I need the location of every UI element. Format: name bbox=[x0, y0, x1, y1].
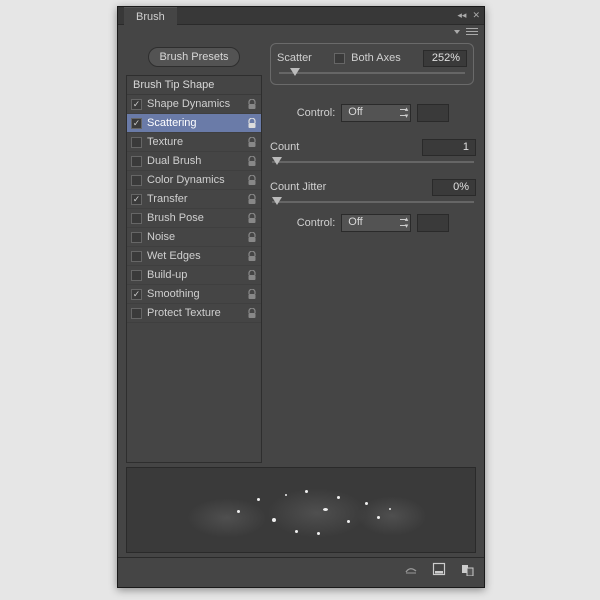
lock-icon[interactable] bbox=[245, 251, 259, 262]
option-checkbox[interactable] bbox=[131, 270, 142, 281]
lock-icon[interactable] bbox=[245, 308, 259, 319]
sidebar-option-shape-dynamics[interactable]: Shape Dynamics bbox=[127, 95, 261, 114]
sidebar-option-scattering[interactable]: Scattering bbox=[127, 114, 261, 133]
sidebar-option-build-up[interactable]: Build-up bbox=[127, 266, 261, 285]
option-checkbox[interactable] bbox=[131, 99, 142, 110]
lock-icon[interactable] bbox=[245, 99, 259, 110]
count-slider[interactable] bbox=[272, 161, 474, 163]
lock-icon[interactable] bbox=[245, 194, 259, 205]
sidebar-option-dual-brush[interactable]: Dual Brush bbox=[127, 152, 261, 171]
option-checkbox[interactable] bbox=[131, 289, 142, 300]
option-checkbox[interactable] bbox=[131, 156, 142, 167]
panel-tab-brush[interactable]: Brush bbox=[124, 7, 177, 25]
scatter-control-dropdown[interactable]: Off▴▾ bbox=[341, 104, 411, 122]
both-axes-checkbox[interactable] bbox=[334, 53, 345, 64]
option-checkbox[interactable] bbox=[131, 194, 142, 205]
brush-preview bbox=[126, 467, 476, 553]
jitter-control-swatch[interactable] bbox=[417, 214, 449, 232]
new-preset-icon[interactable] bbox=[432, 562, 446, 576]
option-label: Dual Brush bbox=[147, 155, 245, 167]
option-label: Protect Texture bbox=[147, 307, 245, 319]
jitter-control-label: Control: bbox=[297, 217, 336, 229]
count-jitter-slider[interactable] bbox=[272, 201, 474, 203]
toggle-preview-icon[interactable] bbox=[404, 562, 418, 576]
lock-icon[interactable] bbox=[245, 289, 259, 300]
option-label: Noise bbox=[147, 231, 245, 243]
sidebar-option-smoothing[interactable]: Smoothing bbox=[127, 285, 261, 304]
option-label: Scattering bbox=[147, 117, 245, 129]
sidebar-option-transfer[interactable]: Transfer bbox=[127, 190, 261, 209]
panel-titlebar: Brush ◂◂ ✕ bbox=[118, 7, 484, 25]
panel-menu-icon[interactable] bbox=[466, 28, 478, 37]
option-label: Color Dynamics bbox=[147, 174, 245, 186]
option-label: Shape Dynamics bbox=[147, 98, 245, 110]
brush-option-list: Brush Tip Shape Shape Dynamics Scattering… bbox=[126, 75, 262, 463]
scatter-group: Scatter Both Axes 252% bbox=[270, 43, 474, 85]
scatter-control-swatch[interactable] bbox=[417, 104, 449, 122]
option-checkbox[interactable] bbox=[131, 137, 142, 148]
option-label: Smoothing bbox=[147, 288, 245, 300]
scatter-slider[interactable] bbox=[279, 72, 465, 74]
scatter-label: Scatter bbox=[277, 52, 312, 64]
option-label: Build-up bbox=[147, 269, 245, 281]
count-jitter-value[interactable]: 0% bbox=[432, 179, 476, 196]
lock-icon[interactable] bbox=[245, 232, 259, 243]
count-jitter-label: Count Jitter bbox=[270, 181, 326, 193]
option-label: Texture bbox=[147, 136, 245, 148]
option-checkbox[interactable] bbox=[131, 175, 142, 186]
option-label: Wet Edges bbox=[147, 250, 245, 262]
lock-icon[interactable] bbox=[245, 118, 259, 129]
lock-icon[interactable] bbox=[245, 175, 259, 186]
option-checkbox[interactable] bbox=[131, 251, 142, 262]
lock-icon[interactable] bbox=[245, 156, 259, 167]
lock-icon[interactable] bbox=[245, 213, 259, 224]
option-checkbox[interactable] bbox=[131, 232, 142, 243]
option-label: Transfer bbox=[147, 193, 245, 205]
brush-settings-content: Scatter Both Axes 252% Control: Off▴▾ bbox=[262, 45, 476, 463]
option-checkbox[interactable] bbox=[131, 308, 142, 319]
option-checkbox[interactable] bbox=[131, 118, 142, 129]
panel-menubar bbox=[118, 25, 484, 39]
sidebar-option-color-dynamics[interactable]: Color Dynamics bbox=[127, 171, 261, 190]
dropdown-triangle-icon[interactable] bbox=[454, 30, 460, 34]
snap-icon[interactable] bbox=[460, 562, 474, 576]
scatter-value[interactable]: 252% bbox=[423, 50, 467, 67]
brush-tip-shape-header[interactable]: Brush Tip Shape bbox=[127, 76, 261, 95]
brush-sidebar: Brush Presets Brush Tip Shape Shape Dyna… bbox=[126, 45, 262, 463]
count-label: Count bbox=[270, 141, 299, 153]
jitter-control-dropdown[interactable]: Off▴▾ bbox=[341, 214, 411, 232]
sidebar-option-protect-texture[interactable]: Protect Texture bbox=[127, 304, 261, 323]
brush-presets-button[interactable]: Brush Presets bbox=[148, 47, 239, 67]
panel-footer bbox=[118, 557, 484, 579]
lock-icon[interactable] bbox=[245, 137, 259, 148]
sidebar-option-brush-pose[interactable]: Brush Pose bbox=[127, 209, 261, 228]
sidebar-option-texture[interactable]: Texture bbox=[127, 133, 261, 152]
close-icon[interactable]: ✕ bbox=[472, 10, 480, 21]
option-checkbox[interactable] bbox=[131, 213, 142, 224]
sidebar-option-noise[interactable]: Noise bbox=[127, 228, 261, 247]
scatter-control-label: Control: bbox=[297, 107, 336, 119]
sidebar-option-wet-edges[interactable]: Wet Edges bbox=[127, 247, 261, 266]
both-axes-label: Both Axes bbox=[351, 52, 401, 64]
lock-icon[interactable] bbox=[245, 270, 259, 281]
brush-panel: Brush ◂◂ ✕ Brush Presets Brush Tip Shape… bbox=[117, 6, 485, 588]
collapse-icon[interactable]: ◂◂ bbox=[457, 10, 466, 21]
count-value[interactable]: 1 bbox=[422, 139, 476, 156]
option-label: Brush Pose bbox=[147, 212, 245, 224]
